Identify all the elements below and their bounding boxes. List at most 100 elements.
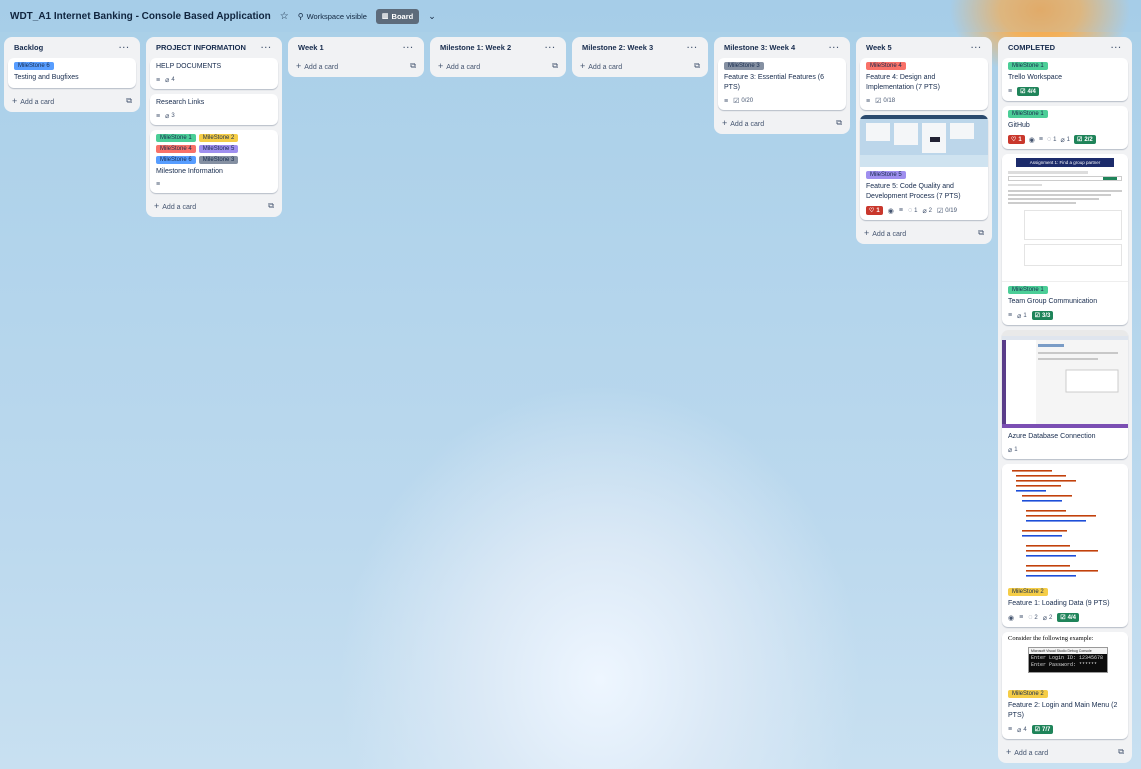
list-milestone-3-week-4[interactable]: Milestone 3: Week 4 ··· MileStone 3 Feat… [714, 37, 850, 134]
list-menu-icon[interactable]: ··· [687, 43, 698, 52]
list-menu-icon[interactable]: ··· [829, 43, 840, 52]
plus-icon: + [722, 118, 728, 128]
list-title[interactable]: Week 1 [298, 43, 324, 52]
list-week-1[interactable]: Week 1 ··· + Add a card ⧉ [288, 37, 424, 77]
card[interactable]: MileStone 4 Feature 4: Design and Implem… [860, 58, 988, 110]
add-card-button[interactable]: + Add a card ⧉ [292, 58, 420, 71]
add-card-label: Add a card [730, 121, 765, 128]
list-milestone-2-week-3[interactable]: Milestone 2: Week 3 ··· + Add a card ⧉ [572, 37, 708, 77]
list-menu-icon[interactable]: ··· [261, 43, 272, 52]
create-from-template-icon[interactable]: ⧉ [126, 96, 132, 106]
add-card-button[interactable]: + Add a card ⧉ [860, 225, 988, 238]
create-from-template-icon[interactable]: ⧉ [694, 61, 700, 71]
card[interactable]: Consider the following example: Microsof… [1002, 632, 1128, 739]
board-title[interactable]: WDT_A1 Internet Banking - Console Based … [10, 11, 271, 22]
list-title[interactable]: Milestone 3: Week 4 [724, 43, 795, 52]
label-milestone-1[interactable]: MileStone 1 [156, 134, 196, 142]
attachment-icon: ⌀ [1017, 312, 1022, 320]
card[interactable]: Assignment 1: Find a group partner MileS… [1002, 154, 1128, 325]
label-milestone-2[interactable]: MileStone 2 [198, 134, 239, 142]
checklist-icon: ☑ [1077, 137, 1083, 143]
list-completed[interactable]: COMPLETED ··· MileStone 1 Trello Workspa… [998, 37, 1132, 763]
watch-icon: ◉ [887, 207, 894, 215]
create-from-template-icon[interactable]: ⧉ [552, 61, 558, 71]
checklist-count: 7/7 [1042, 726, 1051, 733]
card[interactable]: MileStone 1 Trello Workspace ≡ ☑ 4/4 [1002, 58, 1128, 101]
label-milestone-6[interactable]: MileStone 6 [156, 156, 196, 164]
checklist-icon: ☑ [1020, 89, 1026, 95]
card[interactable]: MileStone 1 MileStone 2 MileStone 4 Mile… [150, 130, 278, 193]
add-card-button[interactable]: + Add a card ⧉ [576, 58, 704, 71]
create-from-template-icon[interactable]: ⧉ [1118, 747, 1124, 757]
list-milestone-1-week-2[interactable]: Milestone 1: Week 2 ··· + Add a card ⧉ [430, 37, 566, 77]
board-view-button[interactable]: ▥ Board [375, 8, 420, 24]
label-milestone-2[interactable]: MileStone 2 [1008, 588, 1048, 596]
list-week-5[interactable]: Week 5 ··· MileStone 4 Feature 4: Design… [856, 37, 992, 244]
visibility-label[interactable]: Workspace visible [307, 12, 367, 21]
attachment-count: 4 [171, 77, 175, 83]
label-milestone-5[interactable]: MileStone 5 [198, 145, 239, 153]
card[interactable]: Research Links ≡ ⌀ 3 [150, 94, 278, 125]
label-milestone-1[interactable]: MileStone 1 [1008, 286, 1048, 294]
list-menu-icon[interactable]: ··· [403, 43, 414, 52]
create-from-template-icon[interactable]: ⧉ [836, 118, 842, 128]
create-from-template-icon[interactable]: ⧉ [410, 61, 416, 71]
card[interactable]: HELP DOCUMENTS ≡ ⌀ 4 [150, 58, 278, 89]
list-menu-icon[interactable]: ··· [1111, 43, 1122, 52]
plus-icon: + [438, 61, 444, 71]
attachment-count: 3 [171, 113, 175, 119]
card-title: Azure Database Connection [1008, 433, 1096, 440]
create-from-template-icon[interactable]: ⧉ [268, 201, 274, 211]
label-milestone-6[interactable]: MileStone 6 [14, 62, 54, 70]
label-milestone-1[interactable]: MileStone 1 [1008, 62, 1048, 70]
label-milestone-1[interactable]: MileStone 1 [1008, 110, 1048, 118]
list-title[interactable]: Milestone 2: Week 3 [582, 43, 653, 52]
label-milestone-4[interactable]: MileStone 4 [866, 62, 906, 70]
card[interactable]: MileStone 5 Feature 5: Code Quality and … [860, 115, 988, 220]
card-title: Feature 2: Login and Main Menu (2 PTS) [1008, 702, 1118, 719]
checklist-icon: ☑ [875, 98, 882, 105]
label-milestone-3[interactable]: MileStone 3 [198, 156, 239, 164]
list-title[interactable]: Milestone 1: Week 2 [440, 43, 511, 52]
description-icon: ≡ [156, 112, 161, 120]
vote-icon: ♡ [1011, 137, 1017, 143]
list-title[interactable]: Backlog [14, 43, 43, 52]
checklist-count: 3/3 [1042, 312, 1051, 319]
chevron-down-icon[interactable]: ⌄ [428, 11, 436, 22]
list-title[interactable]: Week 5 [866, 43, 892, 52]
create-from-template-icon[interactable]: ⧉ [978, 228, 984, 238]
add-card-label: Add a card [20, 99, 55, 106]
card[interactable]: Azure Database Connection ⌀ 1 [1002, 330, 1128, 459]
add-card-button[interactable]: + Add a card ⧉ [150, 198, 278, 211]
comment-count: 1 [1053, 136, 1057, 143]
card[interactable]: MileStone 6 Testing and Bugfixes [8, 58, 136, 88]
list-menu-icon[interactable]: ··· [119, 43, 130, 52]
add-card-button[interactable]: + Add a card ⧉ [8, 93, 136, 106]
label-milestone-4[interactable]: MileStone 4 [156, 145, 196, 153]
board-view-icon: ▥ [381, 13, 389, 20]
add-card-button[interactable]: + Add a card ⧉ [718, 115, 846, 128]
list-title[interactable]: PROJECT INFORMATION [156, 43, 246, 52]
list-backlog[interactable]: Backlog ··· MileStone 6 Testing and Bugf… [4, 37, 140, 112]
label-milestone-2[interactable]: MileStone 2 [1008, 690, 1048, 698]
list-title[interactable]: COMPLETED [1008, 43, 1055, 52]
card[interactable]: MileStone 1 GitHub ♡ 1 ◉ ≡ ◌ 1 ⌀ 1 ☑ 2/2 [1002, 106, 1128, 149]
card[interactable]: MileStone 3 Feature 3: Essential Feature… [718, 58, 846, 110]
card[interactable]: MileStone 2 Feature 1: Loading Data (9 P… [1002, 464, 1128, 627]
add-card-button[interactable]: + Add a card ⧉ [434, 58, 562, 71]
add-card-button[interactable]: + Add a card ⧉ [1002, 744, 1128, 757]
attachment-count: 1 [1023, 312, 1027, 319]
list-menu-icon[interactable]: ··· [545, 43, 556, 52]
list-header: Milestone 2: Week 3 ··· [576, 37, 704, 58]
star-icon[interactable]: ☆ [280, 11, 289, 22]
label-milestone-3[interactable]: MileStone 3 [724, 62, 764, 70]
checklist-icon: ☑ [1034, 727, 1041, 733]
list-menu-icon[interactable]: ··· [971, 43, 982, 52]
label-milestone-5[interactable]: MileStone 5 [866, 171, 906, 179]
card-cover-image [1002, 330, 1128, 428]
description-icon: ≡ [1008, 88, 1013, 95]
description-icon: ≡ [1008, 726, 1013, 733]
vote-count: 1 [1018, 136, 1022, 143]
plus-icon: + [1006, 747, 1012, 757]
list-project-information[interactable]: PROJECT INFORMATION ··· HELP DOCUMENTS ≡… [146, 37, 282, 217]
